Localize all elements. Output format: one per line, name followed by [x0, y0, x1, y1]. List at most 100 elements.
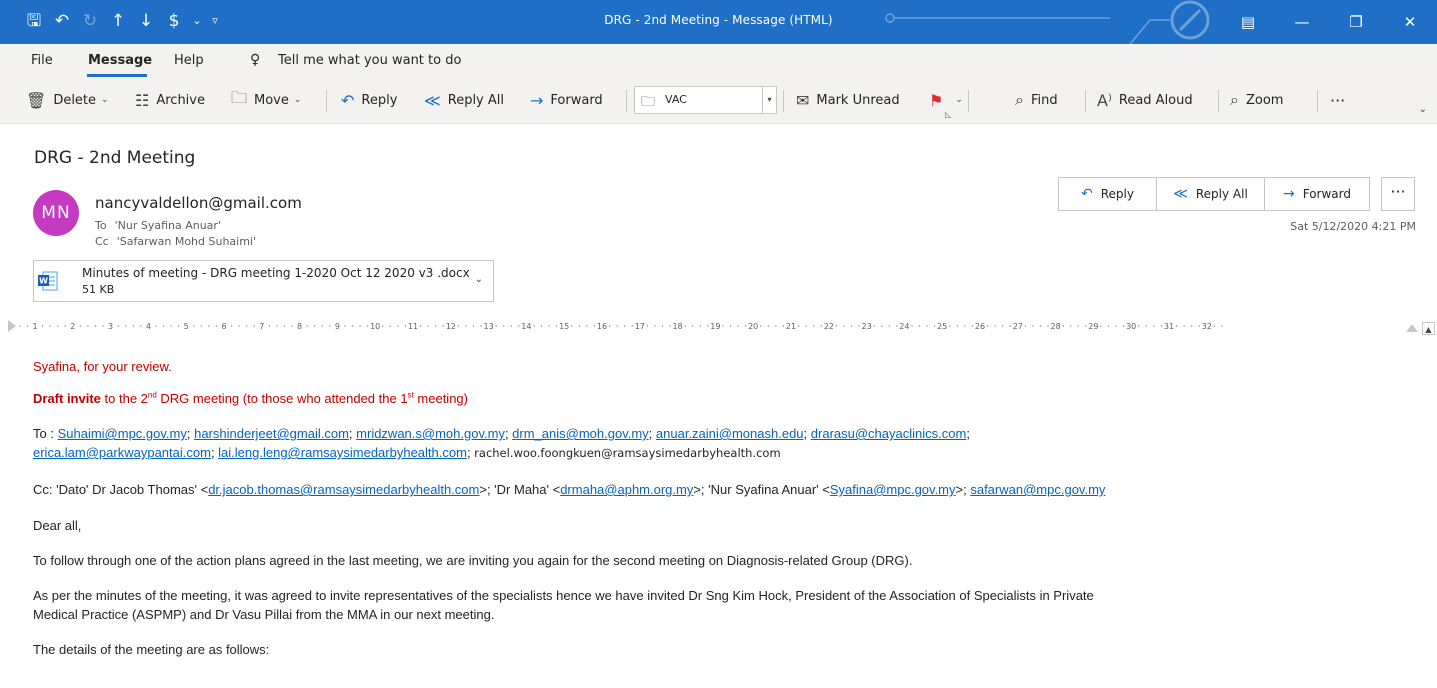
ribbon: 🗑 Delete ⌄ ☷ Archive 🗀 Move ⌄ ↶ Reply ≪ …: [0, 78, 1437, 124]
ruler-tick: [56, 325, 59, 327]
ruler-tick: [661, 325, 664, 327]
zoom-button[interactable]: ⌕ Zoom: [1230, 88, 1283, 112]
ruler-number: 3: [108, 322, 113, 331]
chevron-down-icon[interactable]: ▾: [762, 87, 776, 113]
cc-text: >; 'Dr Maha' <: [479, 482, 561, 497]
ruler-tick: [578, 325, 581, 327]
menu-file[interactable]: File: [31, 53, 53, 68]
avatar[interactable]: MN: [33, 190, 79, 236]
to-recipient[interactable]: 'Nur Syafina Anuar': [115, 219, 221, 232]
chevron-down-icon[interactable]: ⌄: [294, 95, 302, 105]
email-link[interactable]: erica.lam@parkwaypantai.com: [33, 445, 211, 460]
chevron-down-icon[interactable]: ⌄: [101, 95, 109, 105]
ruler-number: 6: [221, 322, 226, 331]
move-folder-icon: 🗀: [641, 94, 655, 110]
ruler-indent-marker[interactable]: [8, 320, 16, 332]
ruler-number: 27: [1013, 322, 1023, 331]
header-reply-all-button[interactable]: ≪ Reply All: [1157, 178, 1265, 210]
attachment-card[interactable]: W Minutes of meeting - DRG meeting 1-202…: [33, 260, 494, 302]
move-button[interactable]: 🗀 Move ⌄: [231, 88, 301, 112]
ruler-tick: [238, 325, 240, 327]
scroll-up-icon[interactable]: ▲: [1422, 322, 1435, 335]
ruler-tick: [767, 325, 770, 327]
flag-icon: ⚑: [929, 90, 944, 110]
dialog-launcher-icon[interactable]: ◺: [945, 110, 951, 119]
more-commands-button[interactable]: ···: [1330, 88, 1345, 112]
ruler-right-indent-marker[interactable]: [1406, 324, 1418, 332]
expand-ribbon-icon[interactable]: ⌄: [1419, 104, 1427, 115]
cc-text: Cc: 'Dato' Dr Jacob Thomas' <: [33, 482, 209, 497]
delete-button[interactable]: 🗑 Delete ⌄: [26, 88, 109, 112]
cc-line: Cc 'Safarwan Mohd Suhaimi': [95, 235, 256, 248]
ruler-tick: [971, 325, 974, 327]
email-link[interactable]: Syafina@mpc.gov.my: [830, 482, 956, 497]
ruler-tick: [896, 325, 898, 327]
mark-unread-button[interactable]: ✉ Mark Unread: [796, 88, 900, 112]
ruler-tick: [94, 325, 97, 327]
header-reply-button[interactable]: ↶ Reply: [1059, 178, 1157, 210]
archive-button[interactable]: ☷ Archive: [135, 88, 205, 112]
ruler-tick: [858, 325, 860, 327]
more-actions-button[interactable]: ···: [1381, 177, 1415, 211]
cc-label: Cc: [95, 235, 109, 248]
reply-button[interactable]: ↶ Reply: [341, 88, 397, 112]
cc-recipient[interactable]: 'Safarwan Mohd Suhaimi': [117, 235, 256, 248]
email-link[interactable]: drm_anis@moh.gov.my: [512, 426, 649, 441]
ruler-tick: [850, 325, 853, 327]
email-link[interactable]: lai.leng.leng@ramsaysimedarbyhealth.com: [218, 445, 467, 460]
vertical-scrollbar[interactable]: ▲: [1420, 320, 1437, 688]
ruler-tick: [87, 325, 89, 327]
ribbon-display-icon[interactable]: ▤: [1221, 0, 1275, 44]
ruler-tick: [926, 325, 928, 327]
forward-button[interactable]: → Forward: [530, 88, 603, 112]
sent-date: Sat 5/12/2020 4:21 PM: [1290, 220, 1416, 233]
email-link[interactable]: mridzwan.s@moh.gov.my: [356, 426, 505, 441]
ruler-tick: [805, 325, 807, 327]
move-folder-icon: 🗀: [231, 87, 248, 107]
quick-steps-gallery[interactable]: 🗀 VAC ▾: [634, 86, 777, 114]
zoom-icon: ⌕: [1230, 90, 1239, 109]
ruler-tick: [812, 325, 815, 327]
trash-icon: 🗑: [26, 90, 47, 110]
quick-step-vac[interactable]: VAC: [665, 93, 687, 106]
ruler-tick: [820, 325, 822, 327]
paragraph-2a: As per the minutes of the meeting, it wa…: [33, 588, 1094, 603]
chevron-down-icon[interactable]: ⌄: [475, 274, 483, 285]
chevron-down-icon[interactable]: ⌄: [955, 95, 963, 105]
header-forward-button[interactable]: → Forward: [1265, 178, 1369, 210]
cc-text: >; 'Nur Syafina Anuar' <: [693, 482, 830, 497]
ruler-tick: [132, 325, 134, 327]
email-link[interactable]: drmaha@aphm.org.my: [560, 482, 693, 497]
zoom-label: Zoom: [1245, 92, 1284, 108]
ruler-number: 1: [32, 322, 37, 331]
minimize-icon[interactable]: —: [1275, 0, 1329, 44]
flag-button[interactable]: ⚑ ⌄: [929, 88, 963, 112]
tell-me-search[interactable]: Tell me what you want to do: [278, 53, 461, 68]
sender-address[interactable]: nancyvaldellon@gmail.com: [95, 194, 302, 212]
email-link[interactable]: harshinderjeet@gmail.com: [194, 426, 349, 441]
close-icon[interactable]: ✕: [1383, 0, 1437, 44]
ruler-tick: [1024, 325, 1027, 327]
email-link[interactable]: Suhaimi@mpc.gov.my: [58, 426, 187, 441]
menu-message[interactable]: Message: [88, 53, 152, 68]
reply-all-button[interactable]: ≪ Reply All: [424, 88, 504, 112]
ruler-number: 16: [597, 322, 607, 331]
restore-icon[interactable]: ❐: [1329, 0, 1383, 44]
ruler-tick: [1085, 325, 1087, 327]
paragraph-2b: Medical Practice (ASPMP) and Dr Vasu Pil…: [33, 607, 495, 622]
email-link[interactable]: anuar.zaini@monash.edu: [656, 426, 804, 441]
ruler-tick: [1039, 325, 1042, 327]
menu-help[interactable]: Help: [174, 53, 204, 68]
ruler-tick: [389, 325, 392, 327]
email-link[interactable]: dr.jacob.thomas@ramsaysimedarbyhealth.co…: [208, 482, 479, 497]
read-aloud-button[interactable]: A⁾ Read Aloud: [1097, 88, 1193, 112]
ruler-tick: [359, 325, 361, 327]
email-link[interactable]: drarasu@chayaclinics.com: [811, 426, 967, 441]
find-button[interactable]: ⌕ Find: [1015, 88, 1058, 112]
ruler-tick: [79, 325, 82, 327]
to-prefix: To :: [33, 426, 58, 441]
email-link[interactable]: safarwan@mpc.gov.my: [970, 482, 1105, 497]
ruler-tick: [1001, 325, 1004, 327]
envelope-icon: ✉: [796, 90, 810, 110]
ruler-tick: [994, 325, 996, 327]
